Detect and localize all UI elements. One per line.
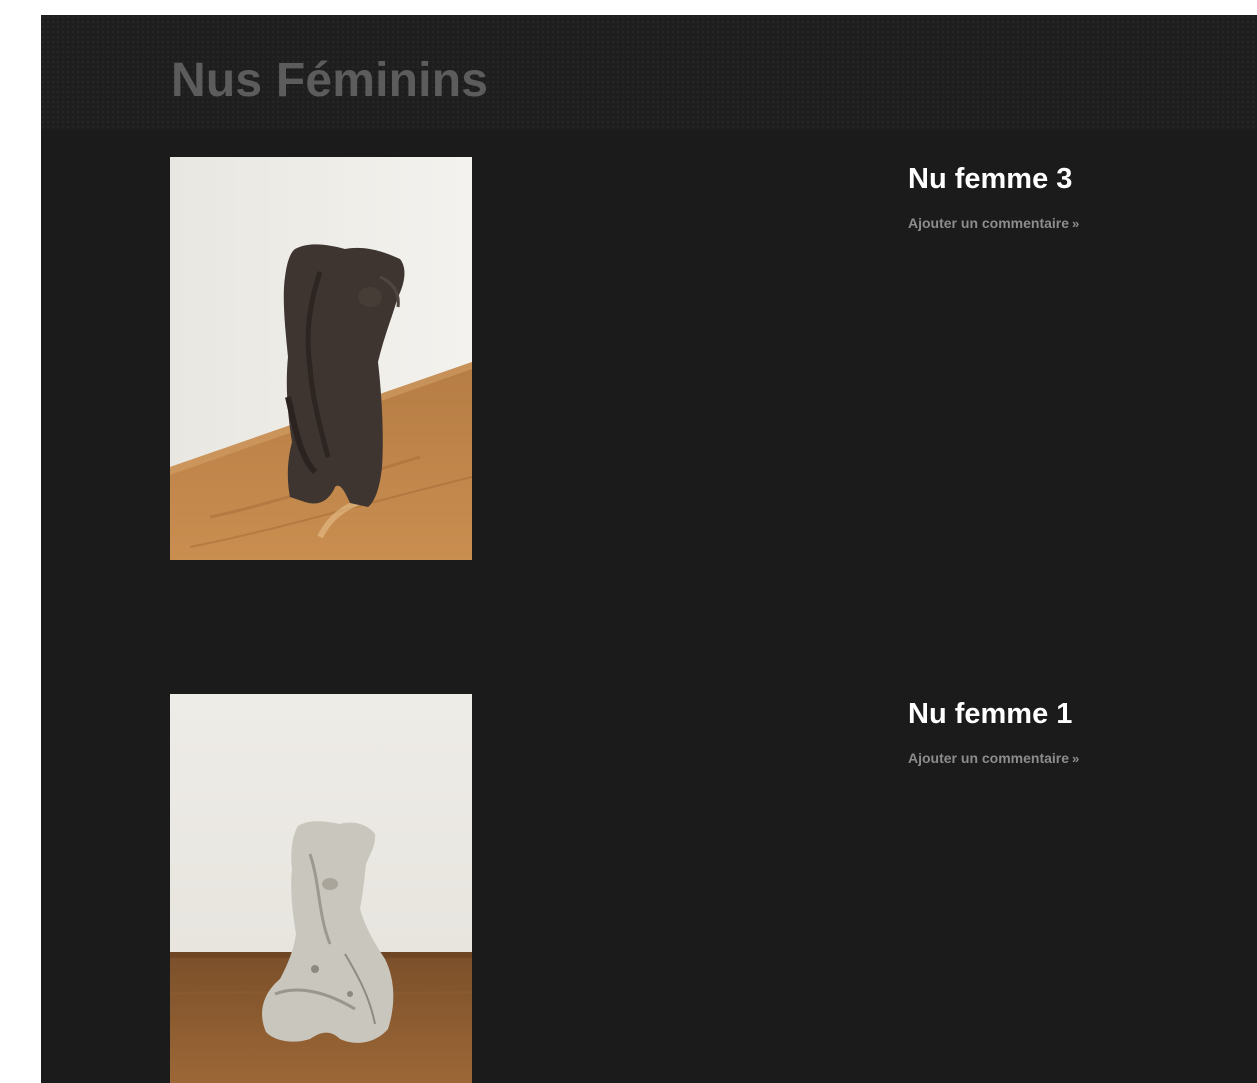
post-title-link[interactable]: Nu femme 3 [908, 159, 1072, 199]
page-container: Nus Féminins Nu femme 3 Ajouter un comme… [41, 15, 1257, 1083]
add-comment-label: Ajouter un commentaire [908, 750, 1070, 766]
post-title-link[interactable]: Nu femme 1 [908, 694, 1072, 734]
sculpture-white-seated-image [170, 694, 472, 1083]
raquo-icon: » [1072, 216, 1080, 231]
post-thumbnail-link[interactable] [170, 157, 472, 560]
post-thumbnail-link[interactable] [170, 694, 472, 1083]
raquo-icon: » [1072, 751, 1080, 766]
page-title: Nus Féminins [171, 54, 489, 107]
add-comment-link[interactable]: Ajouter un commentaire» [908, 750, 1079, 766]
add-comment-label: Ajouter un commentaire [908, 215, 1070, 231]
add-comment-link[interactable]: Ajouter un commentaire» [908, 215, 1079, 231]
post-item: Nu femme 3 Ajouter un commentaire» [41, 157, 1257, 560]
sculpture-dark-torso-image [170, 157, 472, 560]
post-item: Nu femme 1 Ajouter un commentaire» [41, 694, 1257, 1083]
page-header: Nus Féminins [41, 15, 1257, 130]
